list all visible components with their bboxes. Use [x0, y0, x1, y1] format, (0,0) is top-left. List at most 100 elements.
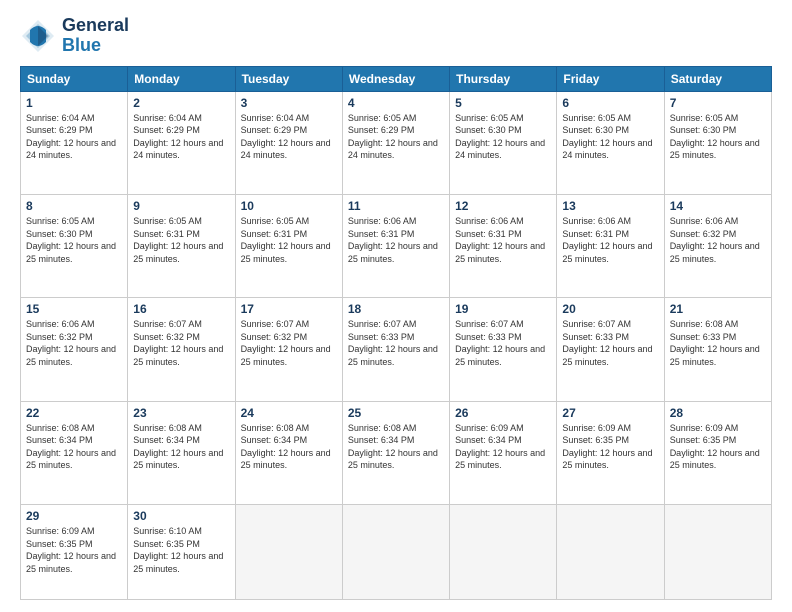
- day-number: 19: [455, 302, 551, 316]
- calendar-day-cell: 7 Sunrise: 6:05 AM Sunset: 6:30 PM Dayli…: [664, 91, 771, 194]
- calendar-day-cell: 10 Sunrise: 6:05 AM Sunset: 6:31 PM Dayl…: [235, 194, 342, 297]
- day-detail: Sunrise: 6:06 AM Sunset: 6:31 PM Dayligh…: [348, 215, 444, 265]
- day-number: 5: [455, 96, 551, 110]
- calendar-day-cell: 21 Sunrise: 6:08 AM Sunset: 6:33 PM Dayl…: [664, 298, 771, 401]
- daylight-text: Daylight: 12 hours and 24 minutes.: [26, 137, 122, 162]
- daylight-text: Daylight: 12 hours and 25 minutes.: [133, 550, 229, 575]
- sunset-text: Sunset: 6:32 PM: [670, 228, 766, 241]
- sunset-text: Sunset: 6:29 PM: [26, 124, 122, 137]
- daylight-text: Daylight: 12 hours and 25 minutes.: [670, 137, 766, 162]
- day-detail: Sunrise: 6:05 AM Sunset: 6:30 PM Dayligh…: [670, 112, 766, 162]
- sunset-text: Sunset: 6:31 PM: [133, 228, 229, 241]
- daylight-text: Daylight: 12 hours and 25 minutes.: [26, 343, 122, 368]
- logo: General Blue: [20, 16, 129, 56]
- sunset-text: Sunset: 6:30 PM: [670, 124, 766, 137]
- day-detail: Sunrise: 6:10 AM Sunset: 6:35 PM Dayligh…: [133, 525, 229, 575]
- daylight-text: Daylight: 12 hours and 24 minutes.: [455, 137, 551, 162]
- calendar-day-cell: 30 Sunrise: 6:10 AM Sunset: 6:35 PM Dayl…: [128, 504, 235, 599]
- calendar-table: SundayMondayTuesdayWednesdayThursdayFrid…: [20, 66, 772, 600]
- day-detail: Sunrise: 6:06 AM Sunset: 6:31 PM Dayligh…: [562, 215, 658, 265]
- day-number: 18: [348, 302, 444, 316]
- sunset-text: Sunset: 6:30 PM: [455, 124, 551, 137]
- daylight-text: Daylight: 12 hours and 25 minutes.: [670, 240, 766, 265]
- day-detail: Sunrise: 6:05 AM Sunset: 6:29 PM Dayligh…: [348, 112, 444, 162]
- day-number: 21: [670, 302, 766, 316]
- calendar-day-cell: 14 Sunrise: 6:06 AM Sunset: 6:32 PM Dayl…: [664, 194, 771, 297]
- sunrise-text: Sunrise: 6:08 AM: [26, 422, 122, 435]
- sunset-text: Sunset: 6:29 PM: [241, 124, 337, 137]
- day-detail: Sunrise: 6:05 AM Sunset: 6:31 PM Dayligh…: [241, 215, 337, 265]
- calendar-day-cell: 9 Sunrise: 6:05 AM Sunset: 6:31 PM Dayli…: [128, 194, 235, 297]
- sunset-text: Sunset: 6:30 PM: [562, 124, 658, 137]
- calendar-day-cell: 11 Sunrise: 6:06 AM Sunset: 6:31 PM Dayl…: [342, 194, 449, 297]
- day-number: 29: [26, 509, 122, 523]
- sunset-text: Sunset: 6:35 PM: [670, 434, 766, 447]
- day-number: 3: [241, 96, 337, 110]
- calendar-week-row: 1 Sunrise: 6:04 AM Sunset: 6:29 PM Dayli…: [21, 91, 772, 194]
- daylight-text: Daylight: 12 hours and 25 minutes.: [562, 240, 658, 265]
- day-number: 24: [241, 406, 337, 420]
- calendar-day-cell: 17 Sunrise: 6:07 AM Sunset: 6:32 PM Dayl…: [235, 298, 342, 401]
- sunrise-text: Sunrise: 6:08 AM: [133, 422, 229, 435]
- calendar-day-cell: 23 Sunrise: 6:08 AM Sunset: 6:34 PM Dayl…: [128, 401, 235, 504]
- sunset-text: Sunset: 6:32 PM: [26, 331, 122, 344]
- daylight-text: Daylight: 12 hours and 25 minutes.: [455, 447, 551, 472]
- day-number: 26: [455, 406, 551, 420]
- day-detail: Sunrise: 6:08 AM Sunset: 6:33 PM Dayligh…: [670, 318, 766, 368]
- sunset-text: Sunset: 6:30 PM: [26, 228, 122, 241]
- daylight-text: Daylight: 12 hours and 24 minutes.: [133, 137, 229, 162]
- calendar-day-cell: 13 Sunrise: 6:06 AM Sunset: 6:31 PM Dayl…: [557, 194, 664, 297]
- day-number: 13: [562, 199, 658, 213]
- calendar-day-cell: 4 Sunrise: 6:05 AM Sunset: 6:29 PM Dayli…: [342, 91, 449, 194]
- calendar-day-cell: 20 Sunrise: 6:07 AM Sunset: 6:33 PM Dayl…: [557, 298, 664, 401]
- weekday-header: Thursday: [450, 66, 557, 91]
- sunset-text: Sunset: 6:34 PM: [455, 434, 551, 447]
- day-number: 25: [348, 406, 444, 420]
- sunrise-text: Sunrise: 6:05 AM: [562, 112, 658, 125]
- calendar-week-row: 8 Sunrise: 6:05 AM Sunset: 6:30 PM Dayli…: [21, 194, 772, 297]
- sunset-text: Sunset: 6:33 PM: [455, 331, 551, 344]
- calendar-body: 1 Sunrise: 6:04 AM Sunset: 6:29 PM Dayli…: [21, 91, 772, 599]
- sunset-text: Sunset: 6:34 PM: [133, 434, 229, 447]
- sunrise-text: Sunrise: 6:09 AM: [26, 525, 122, 538]
- day-detail: Sunrise: 6:05 AM Sunset: 6:30 PM Dayligh…: [26, 215, 122, 265]
- calendar-day-cell: 1 Sunrise: 6:04 AM Sunset: 6:29 PM Dayli…: [21, 91, 128, 194]
- daylight-text: Daylight: 12 hours and 25 minutes.: [455, 240, 551, 265]
- weekday-header: Sunday: [21, 66, 128, 91]
- sunset-text: Sunset: 6:31 PM: [348, 228, 444, 241]
- calendar-day-cell: 3 Sunrise: 6:04 AM Sunset: 6:29 PM Dayli…: [235, 91, 342, 194]
- logo-text: General Blue: [62, 16, 129, 56]
- sunset-text: Sunset: 6:34 PM: [241, 434, 337, 447]
- calendar-day-cell: 18 Sunrise: 6:07 AM Sunset: 6:33 PM Dayl…: [342, 298, 449, 401]
- sunrise-text: Sunrise: 6:07 AM: [348, 318, 444, 331]
- day-number: 6: [562, 96, 658, 110]
- sunrise-text: Sunrise: 6:07 AM: [241, 318, 337, 331]
- sunrise-text: Sunrise: 6:08 AM: [348, 422, 444, 435]
- daylight-text: Daylight: 12 hours and 24 minutes.: [241, 137, 337, 162]
- day-detail: Sunrise: 6:07 AM Sunset: 6:32 PM Dayligh…: [133, 318, 229, 368]
- sunrise-text: Sunrise: 6:09 AM: [455, 422, 551, 435]
- day-detail: Sunrise: 6:05 AM Sunset: 6:30 PM Dayligh…: [455, 112, 551, 162]
- sunset-text: Sunset: 6:31 PM: [562, 228, 658, 241]
- sunset-text: Sunset: 6:33 PM: [348, 331, 444, 344]
- day-number: 17: [241, 302, 337, 316]
- sunset-text: Sunset: 6:29 PM: [348, 124, 444, 137]
- sunrise-text: Sunrise: 6:07 AM: [455, 318, 551, 331]
- calendar-day-cell: 28 Sunrise: 6:09 AM Sunset: 6:35 PM Dayl…: [664, 401, 771, 504]
- day-number: 27: [562, 406, 658, 420]
- daylight-text: Daylight: 12 hours and 25 minutes.: [133, 447, 229, 472]
- calendar-day-cell: 8 Sunrise: 6:05 AM Sunset: 6:30 PM Dayli…: [21, 194, 128, 297]
- daylight-text: Daylight: 12 hours and 25 minutes.: [26, 240, 122, 265]
- daylight-text: Daylight: 12 hours and 25 minutes.: [241, 447, 337, 472]
- daylight-text: Daylight: 12 hours and 25 minutes.: [348, 240, 444, 265]
- sunset-text: Sunset: 6:29 PM: [133, 124, 229, 137]
- daylight-text: Daylight: 12 hours and 25 minutes.: [455, 343, 551, 368]
- sunrise-text: Sunrise: 6:04 AM: [133, 112, 229, 125]
- page: General Blue SundayMondayTuesdayWednesda…: [0, 0, 792, 612]
- sunrise-text: Sunrise: 6:09 AM: [670, 422, 766, 435]
- daylight-text: Daylight: 12 hours and 24 minutes.: [348, 137, 444, 162]
- day-number: 8: [26, 199, 122, 213]
- day-number: 20: [562, 302, 658, 316]
- weekday-header: Wednesday: [342, 66, 449, 91]
- daylight-text: Daylight: 12 hours and 25 minutes.: [241, 240, 337, 265]
